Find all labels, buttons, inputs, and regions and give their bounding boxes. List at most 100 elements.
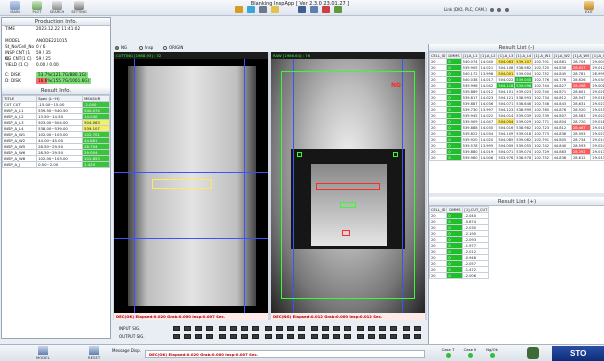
view-mode-radio[interactable]: NG [115, 45, 127, 50]
output-signal-label: OUTPUT SIG. [119, 334, 145, 339]
table-row[interactable]: INSP_A_L1 539.50~540.50 540.074 [1, 107, 110, 114]
view-mode-radio[interactable]: Insp [139, 45, 153, 50]
output-signal-indicator [379, 334, 386, 339]
output-signal-indicator [357, 334, 364, 339]
input-signal-indicator [333, 326, 340, 331]
ng-region-box-2 [342, 230, 350, 236]
status-dot-icon [445, 353, 451, 358]
image-icon[interactable] [271, 6, 279, 13]
input-signal-indicator [173, 326, 180, 331]
result-measure-cell: 1.429 [82, 161, 110, 168]
roi-marker-2 [393, 152, 398, 157]
table-cell: 102.752 [532, 154, 553, 161]
input-signal-indicator [368, 326, 375, 331]
table-row[interactable]: INSP_A_J 0.50~2.00 1.429 [1, 161, 110, 168]
right-result-panel: Result List (-) CELL_ID DMMS [1]-A_L1 [1]-A… [428, 44, 604, 344]
disk-usage-value: 16.6%(155.7G/1001.6G) [36, 78, 92, 84]
grid-icon[interactable] [259, 6, 267, 13]
guide-line-h1 [114, 172, 268, 173]
input-signal-indicator [219, 326, 226, 331]
result-list2-grid[interactable]: CELL_ID DMMS [1]-CUT_CUT 20 0 -2.040 20 0 -0.67… [429, 206, 604, 344]
production-info-row: TIME 2023.12.22 11:41:02 [2, 26, 110, 32]
production-info-key: YIELD (1 C) [5, 62, 29, 67]
output-signal-indicator [368, 334, 375, 339]
view-mode-radio[interactable]: ORIGIN [163, 45, 183, 50]
input-signal-indicator [390, 326, 397, 331]
exit-icon [584, 1, 594, 10]
camera-icon[interactable] [247, 6, 255, 13]
input-signal-indicator [206, 326, 213, 331]
output-signal-indicator [206, 334, 213, 339]
output-signal-indicator [344, 334, 351, 339]
search-icon [52, 1, 62, 10]
result-title-cell: INSP_A_J [1, 161, 38, 168]
cam-status-dot [504, 8, 509, 12]
table-cell: 14.006 [478, 154, 498, 161]
result-info-title: Result Info. [2, 87, 110, 95]
input-signal-indicator [311, 326, 318, 331]
cutting-viewer[interactable]: CUTTING [1988.93] : 32 DEC(OK) Elapsed:0… [114, 52, 268, 320]
table-row[interactable]: INSP_A_L2 13.50~14.50 14.040 [1, 113, 110, 120]
main-button[interactable]: MAIN [4, 1, 26, 16]
table-row[interactable]: INSP_A_L3 503.00~504.00 504.063 [1, 119, 110, 126]
reset-button[interactable]: RESET [88, 346, 100, 360]
disk-usage-row: D: DISK 16.6%(155.7G/1001.6G) [2, 78, 110, 84]
input-signal-label: INPUT SIG. [119, 326, 141, 331]
top-toolbar: MAIN PLOT SEARCH SETTING Blanking InspAp… [0, 0, 604, 16]
table-row[interactable]: INSP_A_L4 538.00~539.00 539.107 [1, 125, 110, 132]
search-button[interactable]: SEARCH [46, 1, 68, 16]
input-signal-indicator [252, 326, 259, 331]
output-signal-indicator [276, 334, 283, 339]
input-signal-indicator [379, 326, 386, 331]
setting-button[interactable]: SETTING [68, 1, 90, 16]
result-list-grid[interactable]: CELL_ID DMMS [1]-A_L1 [1]-A_L2 [1]-A_L3 [1]-A… [429, 52, 604, 192]
table-row[interactable]: INSP_A_W6 28.50~29.50 29.004 [1, 149, 110, 156]
plot-icon [32, 1, 42, 10]
roi-box [152, 179, 212, 189]
plot-button[interactable]: PLOT [26, 1, 48, 16]
result-list2-title: Result List (+) [429, 198, 604, 206]
model-button[interactable]: MODEL [36, 346, 50, 360]
message-display: DEC(OK) Elapsed:0.020 Grab:0.000 Insp:0.… [145, 350, 425, 358]
input-signal-indicator [241, 326, 248, 331]
table-cell: 539.980 [460, 154, 480, 161]
ng-region-box [316, 183, 380, 190]
roi-marker-1 [297, 152, 302, 157]
result-list-scrollbar[interactable] [429, 193, 604, 197]
record-icon[interactable] [322, 6, 330, 13]
radio-dot-icon [139, 46, 143, 50]
table-row[interactable]: 20 0 -2.006 [429, 272, 490, 279]
result-list-table: CELL_ID DMMS [1]-A_L1 [1]-A_L2 [1]-A_L3 [1]-A… [429, 52, 604, 161]
raw-viewer[interactable]: RAW [1986.64] : 76 NG DEC(NG) Elapsed:0.… [271, 52, 425, 320]
input-signal-indicator [344, 326, 351, 331]
guide-line-v2 [244, 59, 245, 313]
folder-icon[interactable] [235, 6, 243, 13]
input-signal-indicator [195, 326, 202, 331]
output-signal-indicator [265, 334, 272, 339]
table-row[interactable]: INSP_A_W1 102.00~103.00 102.701 [1, 131, 110, 138]
print-icon[interactable] [310, 6, 318, 13]
setting-icon [74, 1, 84, 10]
table-row[interactable]: CUT CUT -15.00~15.00 -2.040 [1, 101, 110, 108]
table-cell: 28.612 [570, 154, 592, 161]
chart-icon[interactable] [334, 6, 342, 13]
table-cell: 44.838 [551, 154, 572, 161]
counter-label: Case T [441, 347, 455, 352]
table-row[interactable]: INSP_A_W2 44.00~45.00 44.881 [1, 137, 110, 144]
input-signal-indicator [322, 326, 329, 331]
table-row[interactable]: INSP_A_W5 28.50~29.50 28.704 [1, 143, 110, 150]
link-status: Link (DIO, PLC, CAM.) [444, 7, 509, 12]
table-row[interactable]: INSP_A_W8 102.00~103.00 102.853 [1, 155, 110, 162]
stop-button[interactable]: STO [552, 346, 604, 361]
table-row[interactable]: 20 0 539.980 14.006 503.976 538.978 102.752 44.… [429, 154, 604, 161]
save-icon[interactable] [298, 6, 306, 13]
robot-icon [527, 347, 539, 359]
dio-status-dot [490, 8, 495, 12]
status-dot-icon [489, 353, 495, 358]
output-signal-indicator [230, 334, 237, 339]
disk-name: D: DISK [5, 78, 21, 83]
output-signal-indicator [311, 334, 318, 339]
left-info-panel: Production Info. TIME 2023.12.22 11:41:02… [1, 17, 111, 339]
exit-button[interactable]: EXIT [576, 1, 602, 16]
output-signal-indicator [298, 334, 305, 339]
